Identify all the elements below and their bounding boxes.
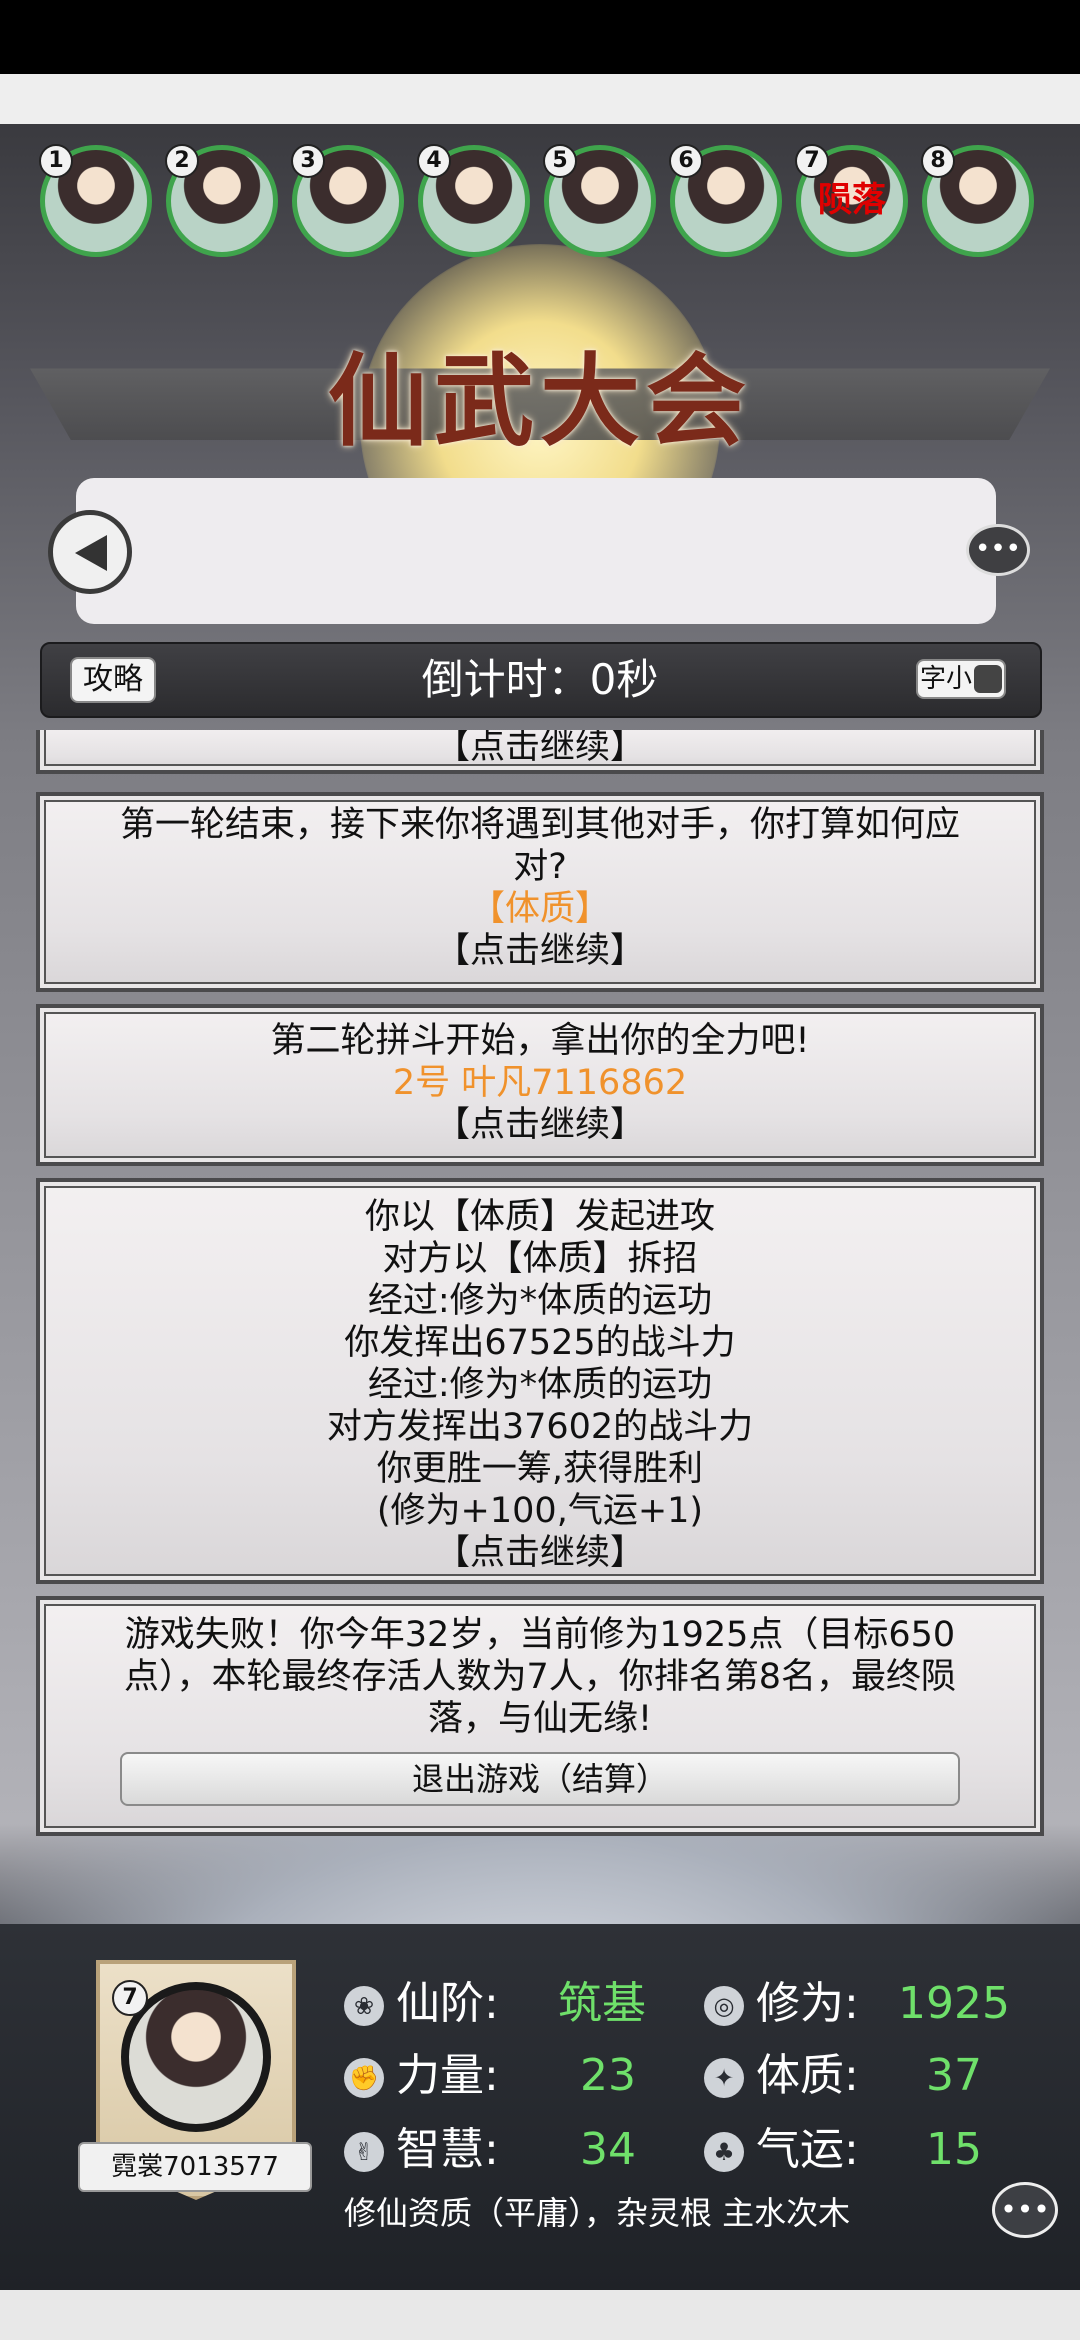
log-text: 你以【体质】发起进攻 xyxy=(364,1197,715,1237)
battle-log: 【点击继续】 第一轮结束，接下来你将遇到其他对手，你打算如何应 对? 【体质】 … xyxy=(36,730,1044,1840)
result-text: 点），本轮最终存活人数为7人，你排名第8名，最终陨 xyxy=(123,1657,957,1697)
navigation-strip xyxy=(0,2290,1080,2340)
player-avatar-7[interactable]: 7 陨落 xyxy=(795,144,908,257)
stat-label: 仙阶: xyxy=(396,1978,499,2029)
player-avatar-8[interactable]: 8 xyxy=(921,144,1034,257)
player-number-badge: 3 xyxy=(291,144,325,178)
font-size-toggle[interactable]: 字小 xyxy=(916,659,1006,699)
body-icon: ✦ xyxy=(704,2058,744,2098)
opponent-name: 2号 叶凡7116862 xyxy=(392,1063,688,1103)
cultivation-stat: ◎ 修为: 1925 xyxy=(704,1974,1024,2034)
player-number-badge: 4 xyxy=(417,144,451,178)
stat-label: 力量: xyxy=(396,2050,499,2101)
page-title: 仙武大会 xyxy=(328,342,752,460)
player-avatar-2[interactable]: 2 xyxy=(165,144,278,257)
broadcast-message-box xyxy=(76,478,996,624)
result-text: 游戏失败！你今年32岁，当前修为1925点（目标650 xyxy=(124,1615,956,1655)
stat-value: 34 xyxy=(580,2124,636,2175)
player-number-badge: 8 xyxy=(921,144,955,178)
stat-label: 气运: xyxy=(756,2124,859,2175)
player-avatar-4[interactable]: 4 xyxy=(417,144,530,257)
chat-bubble-icon[interactable]: ••• xyxy=(966,524,1030,576)
continue-prompt[interactable]: 【点击继续】 xyxy=(40,930,1040,972)
fallen-status-label: 陨落 xyxy=(818,180,886,220)
hand-sign-icon: ✌ xyxy=(344,2132,384,2172)
log-text: (修为+100,气运+1) xyxy=(376,1491,704,1531)
log-card[interactable]: 第一轮结束，接下来你将遇到其他对手，你打算如何应 对? 【体质】 【点击继续】 xyxy=(36,792,1044,992)
player-number-badge: 2 xyxy=(165,144,199,178)
player-avatar-6[interactable]: 6 xyxy=(669,144,782,257)
swirl-icon: ◎ xyxy=(704,1986,744,2026)
log-text: 经过:修为*体质的运功 xyxy=(367,1281,713,1321)
player-number-badge: 1 xyxy=(39,144,73,178)
status-bar xyxy=(0,0,1080,74)
player-name: 霓裳7013577 xyxy=(78,2142,312,2192)
log-card[interactable]: 【点击继续】 xyxy=(36,730,1044,774)
toggle-knob xyxy=(974,665,1002,693)
strength-stat: ✊ 力量: 23 xyxy=(344,2046,684,2106)
result-text: 落，与仙无缘! xyxy=(427,1699,653,1739)
log-text: 第一轮结束，接下来你将遇到其他对手，你打算如何应 xyxy=(119,805,960,845)
log-text: 你更胜一筹,获得胜利 xyxy=(376,1449,704,1489)
log-text: 第二轮拼斗开始，拿出你的全力吧! xyxy=(270,1021,810,1061)
player-avatar-1[interactable]: 1 xyxy=(39,144,152,257)
log-text: 对? xyxy=(513,847,567,887)
player-number-badge: 5 xyxy=(543,144,577,178)
log-text: 你发挥出67525的战斗力 xyxy=(344,1323,736,1363)
continue-prompt[interactable]: 【点击继续】 xyxy=(40,1104,1040,1146)
exit-game-button[interactable]: 退出游戏（结算） xyxy=(120,1752,960,1806)
talent-description: 修仙资质（平庸），杂灵根 主水次木 xyxy=(344,2194,851,2232)
stat-value: 筑基 xyxy=(558,1978,646,2029)
stat-value: 1925 xyxy=(898,1978,1010,2029)
stat-value: 23 xyxy=(580,2050,636,2101)
player-avatar-row: 1 2 3 4 5 6 7 陨落 8 xyxy=(0,144,1080,265)
stat-value: 37 xyxy=(926,2050,982,2101)
lotus-icon: ❀ xyxy=(344,1986,384,2026)
top-strip xyxy=(0,74,1080,124)
guide-button[interactable]: 攻略 xyxy=(70,657,156,703)
log-card[interactable]: 第二轮拼斗开始，拿出你的全力吧! 2号 叶凡7116862 【点击继续】 xyxy=(36,1004,1044,1166)
chosen-attribute: 【体质】 xyxy=(469,889,610,929)
wisdom-stat: ✌ 智慧: 34 xyxy=(344,2120,684,2180)
continue-prompt[interactable]: 【点击继续】 xyxy=(40,1532,1040,1574)
font-size-toggle-label: 字小 xyxy=(920,664,973,694)
countdown-timer: 倒计时：0秒 xyxy=(421,655,659,704)
fist-icon: ✊ xyxy=(344,2058,384,2098)
player-avatar-5[interactable]: 5 xyxy=(543,144,656,257)
player-avatar-3[interactable]: 3 xyxy=(291,144,404,257)
stat-value: 15 xyxy=(926,2124,982,2175)
continue-prompt[interactable]: 【点击继续】 xyxy=(40,730,1040,768)
stat-label: 修为: xyxy=(756,1978,859,2029)
stat-label: 智慧: xyxy=(396,2124,499,2175)
megaphone-icon[interactable] xyxy=(48,510,132,594)
log-text: 对方发挥出37602的战斗力 xyxy=(326,1407,754,1447)
log-text: 对方以【体质】拆招 xyxy=(382,1239,698,1279)
player-number-badge: 6 xyxy=(669,144,703,178)
chat-bubble-icon[interactable]: ••• xyxy=(992,2182,1058,2238)
physique-stat: ✦ 体质: 37 xyxy=(704,2046,1024,2106)
player-number-badge: 7 xyxy=(112,1980,148,2016)
clover-icon: ♣ xyxy=(704,2132,744,2172)
stat-label: 体质: xyxy=(756,2050,859,2101)
result-card: 游戏失败！你今年32岁，当前修为1925点（目标650 点），本轮最终存活人数为… xyxy=(36,1596,1044,1836)
rank-stat: ❀ 仙阶: 筑基 xyxy=(344,1974,684,2034)
log-text: 经过:修为*体质的运功 xyxy=(367,1365,713,1405)
luck-stat: ♣ 气运: 15 xyxy=(704,2120,1024,2180)
log-card[interactable]: 你以【体质】发起进攻 对方以【体质】拆招 经过:修为*体质的运功 你发挥出675… xyxy=(36,1178,1044,1584)
